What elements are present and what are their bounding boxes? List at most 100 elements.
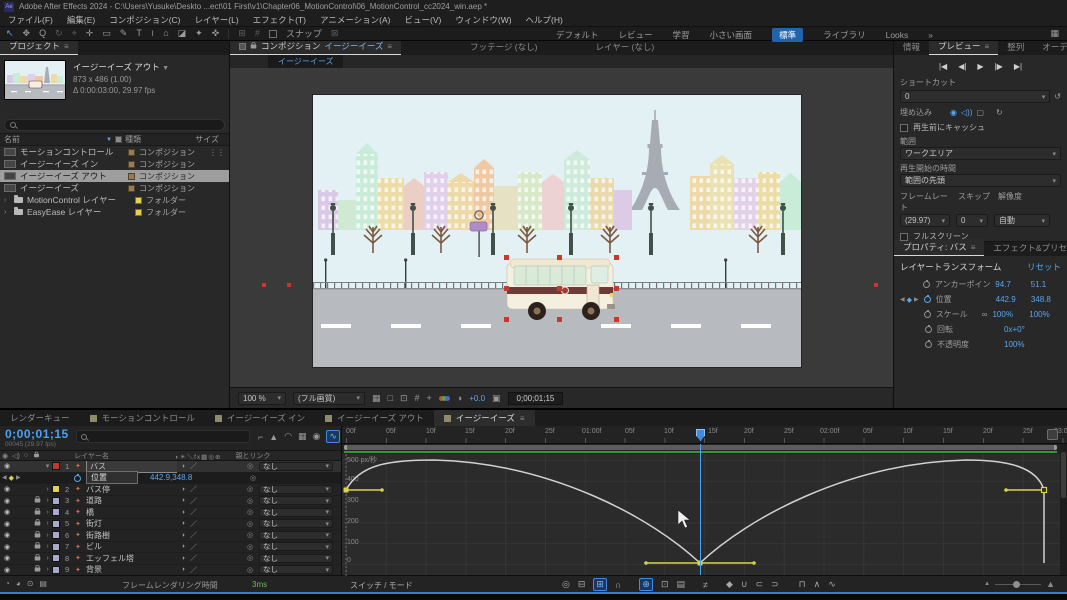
separate-dimensions-icon[interactable]: ≠: [703, 580, 708, 590]
tab-comp-motioncontrol[interactable]: モーションコントロール: [80, 410, 205, 426]
stopwatch-icon[interactable]: [922, 280, 930, 288]
frame-blend-icon[interactable]: ▦: [298, 431, 307, 442]
show-properties-icon[interactable]: ⊟: [578, 579, 586, 590]
workspace-overflow-chevron[interactable]: »: [928, 30, 933, 40]
zoom-slider-thumb[interactable]: [1013, 580, 1021, 588]
ease-in-icon[interactable]: ⊂: [756, 579, 764, 590]
play-from-select[interactable]: 範囲の先頭: [900, 174, 1061, 187]
tab-effects-presets[interactable]: エフェクト&プリセット: [984, 240, 1067, 256]
timeline-right-pane[interactable]: 00f 05f 10f 15f 20f 25f 01:00f 05f 10f 15f 20…: [342, 426, 1067, 577]
tab-footage[interactable]: フッテージ (なし): [461, 39, 546, 55]
stopwatch-icon[interactable]: [925, 325, 932, 333]
selection-tool-icon[interactable]: ↖: [6, 27, 14, 40]
playhead-line[interactable]: [700, 444, 701, 575]
auto-bezier-icon[interactable]: ∿: [828, 579, 836, 590]
stopwatch-icon[interactable]: [925, 340, 932, 348]
expand-icon[interactable]: ▾: [43, 462, 52, 470]
next-keyframe-icon[interactable]: ▶: [914, 296, 919, 303]
shy-icon[interactable]: ◠: [284, 431, 292, 442]
opacity-value[interactable]: 100%: [1004, 340, 1038, 349]
panel-menu-icon[interactable]: ≡: [520, 414, 525, 423]
menu-window[interactable]: ウィンドウ(W): [455, 14, 511, 26]
zoom-slider[interactable]: [995, 580, 1042, 588]
expand-icon[interactable]: ›: [4, 209, 10, 216]
camera-icon[interactable]: ▣: [492, 393, 501, 404]
eye-icon[interactable]: ◉: [2, 520, 12, 528]
snap-checkbox[interactable]: [268, 29, 277, 38]
loop-icon[interactable]: ↻: [996, 108, 1003, 117]
draft-3d-icon[interactable]: ▲: [269, 432, 278, 442]
tab-comp-easyease[interactable]: イージーイーズ ≡: [433, 410, 535, 426]
layer-name[interactable]: バス停: [86, 484, 177, 495]
graph-type-icon[interactable]: ◎: [562, 579, 570, 590]
expand-icon[interactable]: ›: [43, 566, 52, 573]
tab-comp-easyease-in[interactable]: イージーイーズ イン: [205, 410, 315, 426]
panel-menu-icon[interactable]: ≡: [971, 243, 976, 252]
workspace-looks[interactable]: Looks: [886, 30, 909, 40]
workspace-standard[interactable]: 標準: [772, 27, 804, 42]
project-search-input[interactable]: [4, 119, 225, 131]
table-row[interactable]: ◉ › 6 ✦ 街路樹 ◗ ／ ◎ なし: [0, 530, 341, 542]
prev-keyframe-icon[interactable]: ◀: [900, 296, 905, 303]
cache-before-playback-checkbox[interactable]: [900, 123, 908, 132]
eye-icon[interactable]: ◉: [2, 497, 12, 505]
workspace-default[interactable]: デフォルト: [556, 29, 599, 41]
time-ruler[interactable]: 00f 05f 10f 15f 20f 25f 01:00f 05f 10f 15f 20…: [342, 426, 1067, 444]
target-icon[interactable]: ◎: [247, 462, 259, 470]
menu-view[interactable]: ビュー(V): [405, 14, 442, 26]
timeline-scrollbar[interactable]: [1060, 444, 1067, 575]
panel-menu-icon[interactable]: ≡: [387, 42, 392, 51]
label-swatch[interactable]: [52, 542, 60, 551]
zoom-out-mountain-icon[interactable]: ▲: [984, 581, 990, 587]
parent-select[interactable]: なし: [259, 542, 333, 552]
expand-icon[interactable]: ›: [4, 197, 10, 204]
brush-tool-icon[interactable]: ≀: [151, 27, 154, 40]
eye-icon[interactable]: ◉: [2, 554, 12, 562]
prev-frame-button[interactable]: ◀|: [958, 62, 966, 71]
render-settings-icon[interactable]: ▤: [39, 579, 47, 588]
reset-icon[interactable]: ↺: [1054, 92, 1061, 101]
include-video-icon[interactable]: ◉: [950, 108, 957, 117]
property-value[interactable]: 442.9,348.8: [150, 473, 192, 482]
table-row[interactable]: ◉ › 8 ✦ エッフェル塔 ◗ ／ ◎ なし: [0, 553, 341, 565]
stopwatch-icon[interactable]: [923, 310, 931, 318]
lock-icon[interactable]: [250, 41, 257, 48]
timeline-zoom-control[interactable]: ▲ ▲: [984, 579, 1055, 589]
parent-select[interactable]: なし: [259, 461, 333, 471]
menu-file[interactable]: ファイル(F): [8, 14, 53, 26]
expand-icon[interactable]: ›: [43, 532, 52, 539]
label-swatch[interactable]: [52, 508, 60, 517]
lock-icon[interactable]: [34, 530, 41, 538]
layer-name[interactable]: エッフェル塔: [86, 553, 177, 564]
lock-icon[interactable]: [34, 519, 41, 526]
next-frame-button[interactable]: |▶: [995, 62, 1003, 71]
comp-name[interactable]: イージーイーズ アウト ▼: [73, 62, 169, 74]
list-item-selected[interactable]: イージーイーズ アウト コンポジション: [0, 170, 229, 182]
layer-name[interactable]: 背景: [86, 564, 177, 575]
layer-name[interactable]: 街灯: [86, 518, 177, 529]
prev-keyframe-icon[interactable]: ◀: [2, 474, 7, 481]
ease-out-icon[interactable]: ⊃: [771, 579, 779, 590]
fit-all-icon[interactable]: ▤: [677, 579, 686, 590]
auto-zoom-icon[interactable]: ⊕: [639, 578, 653, 591]
zoom-tool-icon[interactable]: Q: [39, 27, 46, 40]
motion-blur-icon[interactable]: ◉: [313, 431, 321, 442]
quality-icon[interactable]: ◗: [177, 463, 190, 470]
transparency-grid-icon[interactable]: ▦: [372, 393, 381, 404]
rotation-value[interactable]: 0x+0°: [1004, 325, 1054, 334]
hold-keyframe-icon[interactable]: ⊓: [799, 579, 806, 590]
layer-name[interactable]: ビル: [86, 541, 177, 552]
puppet-tool-icon[interactable]: ✜: [212, 27, 220, 40]
snapshot-icon[interactable]: +: [427, 393, 432, 403]
layer-handle-dot[interactable]: [874, 283, 878, 287]
label-swatch[interactable]: [52, 531, 60, 540]
parent-select[interactable]: なし: [259, 507, 333, 517]
panel-menu-icon[interactable]: ≡: [985, 42, 990, 51]
layer-name[interactable]: 橋: [86, 507, 177, 518]
label-swatch[interactable]: [52, 554, 60, 563]
table-row[interactable]: ◉ › 9 ✦ 背景 ◗ ／ ◎ なし: [0, 565, 341, 576]
label-swatch[interactable]: [52, 496, 60, 505]
scale-x-value[interactable]: 100%: [992, 310, 1024, 319]
pan-behind-tool-icon[interactable]: ✛: [86, 27, 94, 40]
edit-value-icon[interactable]: ◆: [726, 579, 733, 590]
